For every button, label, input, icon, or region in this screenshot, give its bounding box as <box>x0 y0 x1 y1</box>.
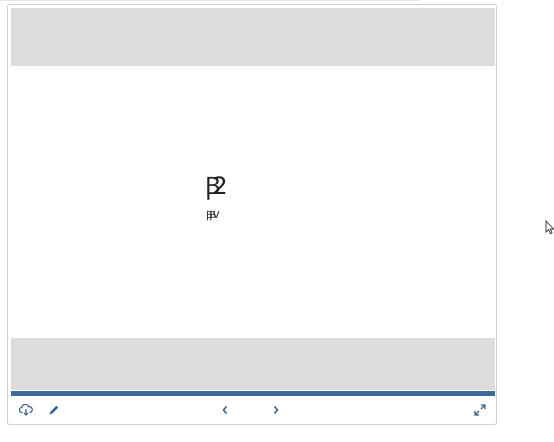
pencil-icon <box>48 404 60 416</box>
fullscreen-button[interactable] <box>471 401 489 419</box>
progress-bar-fill <box>11 391 495 396</box>
progress-bar <box>11 391 495 396</box>
edit-button[interactable] <box>45 401 63 419</box>
download-button[interactable] <box>17 401 35 419</box>
slide-footer-band <box>11 338 495 390</box>
viewer-toolbar <box>11 397 495 423</box>
slide-title-glyph: Ꞵ2 <box>205 172 228 200</box>
previous-slide-button[interactable] <box>216 401 234 419</box>
chevron-right-icon <box>272 405 280 415</box>
cloud-download-icon <box>19 404 33 416</box>
slide-subtitle-glyph: ꞴꞴV <box>206 210 220 221</box>
mouse-pointer-icon <box>545 219 554 235</box>
chevron-left-icon <box>221 405 229 415</box>
expand-icon <box>474 404 486 416</box>
next-slide-button[interactable] <box>267 401 285 419</box>
slide-header-band <box>11 8 495 66</box>
top-divider <box>0 0 420 1</box>
